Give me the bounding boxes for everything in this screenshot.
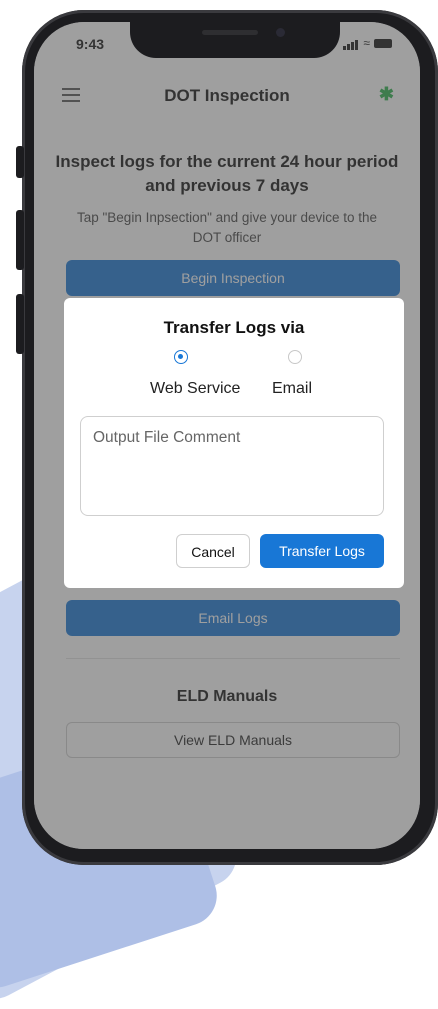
begin-inspection-button[interactable]: Begin Inspection bbox=[66, 260, 400, 296]
bluetooth-icon[interactable]: ✱ bbox=[379, 84, 394, 105]
cancel-button[interactable]: Cancel bbox=[176, 534, 250, 568]
manuals-title: ELD Manuals bbox=[176, 688, 278, 705]
dialog-title: Transfer Logs via bbox=[163, 318, 305, 337]
mute-switch bbox=[16, 146, 24, 178]
page-title: DOT Inspection bbox=[164, 86, 290, 105]
email-radio[interactable] bbox=[288, 350, 302, 364]
email-label: Email bbox=[272, 380, 313, 397]
signal-icon bbox=[343, 36, 359, 50]
nav-bar: DOT Inspection ✱ bbox=[34, 80, 420, 116]
volume-up-button bbox=[16, 210, 24, 270]
email-logs-button[interactable]: Email Logs bbox=[66, 600, 400, 636]
transfer-logs-dialog: Transfer Logs via Web Service Email Outp… bbox=[64, 298, 404, 588]
status-icons: ≈ bbox=[343, 36, 392, 50]
volume-down-button bbox=[16, 294, 24, 354]
battery-icon bbox=[374, 38, 392, 48]
comment-placeholder: Output File Comment bbox=[93, 429, 241, 446]
inspection-heading: Inspect logs for the current 24 hour per… bbox=[55, 152, 399, 195]
wifi-icon: ≈ bbox=[363, 36, 370, 50]
app-screen: 9:43 ≈ DOT Inspection ✱ Inspect logs for… bbox=[34, 22, 420, 849]
front-camera bbox=[276, 28, 285, 37]
web-service-label: Web Service bbox=[150, 380, 241, 397]
status-time: 9:43 bbox=[76, 36, 105, 52]
transfer-logs-button[interactable]: Transfer Logs bbox=[260, 534, 384, 568]
comment-input[interactable]: Output File Comment bbox=[80, 416, 384, 516]
view-manuals-button[interactable]: View ELD Manuals bbox=[66, 722, 400, 758]
speaker-grille bbox=[202, 30, 258, 35]
inspection-instructions: Tap "Begin Inpsection" and give your dev… bbox=[76, 210, 378, 245]
web-service-radio[interactable] bbox=[174, 350, 188, 364]
divider bbox=[66, 658, 400, 659]
notch bbox=[130, 22, 340, 58]
